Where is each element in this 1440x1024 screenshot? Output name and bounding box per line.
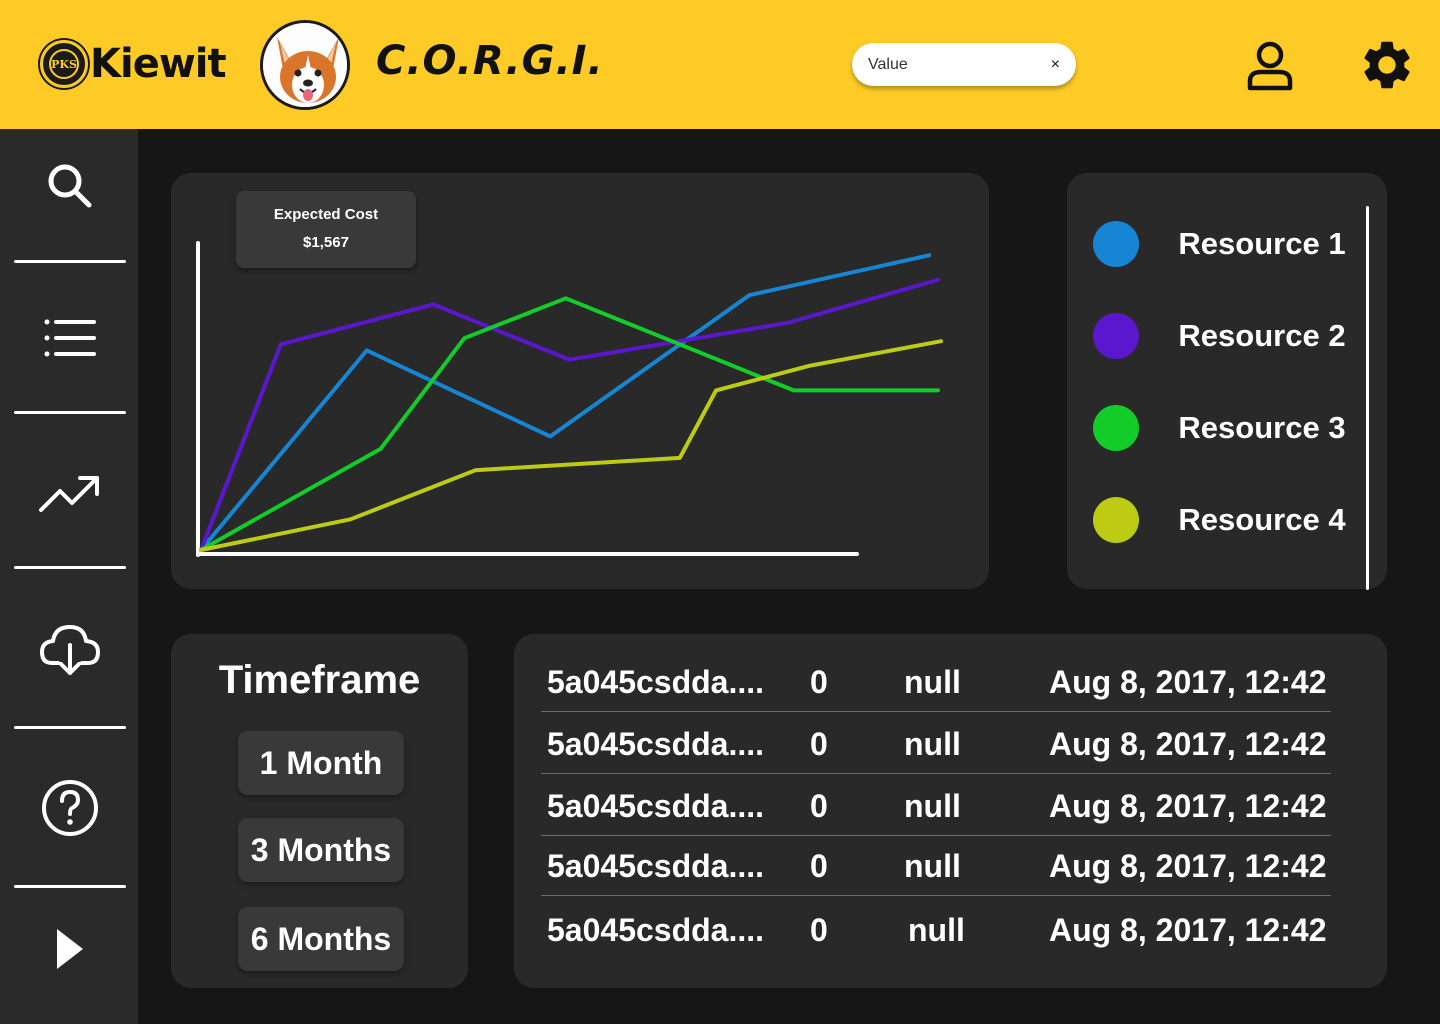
search-icon (48, 164, 92, 208)
cell-date: Aug 8, 2017, 12:42 (1049, 726, 1327, 762)
legend-swatch (1093, 221, 1139, 267)
user-profile-icon[interactable] (1244, 40, 1296, 92)
timeframe-3-months-button[interactable]: 3 Months (238, 818, 404, 882)
play-icon (57, 929, 83, 969)
legend-label: Resource 1 (1178, 226, 1346, 261)
corgi-avatar (260, 20, 350, 110)
cell-count: 0 (810, 664, 828, 700)
legend-swatch (1093, 405, 1139, 451)
sidebar-item-trends[interactable] (30, 459, 110, 529)
top-bar: PKS Kiewit C.O.R.G.I. × (0, 0, 1440, 129)
sidebar-divider (14, 726, 126, 729)
sidebar-item-expand[interactable] (30, 914, 110, 984)
table-row[interactable]: 5a045csdda.... 0 null Aug 8, 2017, 12:42 (541, 835, 1331, 897)
sidebar-divider (14, 260, 126, 263)
sidebar (0, 129, 138, 1024)
list-icon (44, 319, 96, 357)
cost-chart-card: Expected Cost $1,567 (171, 173, 989, 589)
legend-item-resource-4[interactable]: Resource 4 (1093, 495, 1346, 545)
cell-id: 5a045csdda.... (547, 848, 765, 884)
cell-value: null (904, 788, 961, 824)
cell-value: null (904, 726, 961, 762)
sidebar-item-search[interactable] (30, 151, 110, 221)
help-icon (42, 780, 98, 836)
cell-value: null (904, 664, 961, 700)
row-divider (541, 711, 1331, 712)
cell-id: 5a045csdda.... (547, 912, 765, 948)
legend-item-resource-2[interactable]: Resource 2 (1093, 311, 1346, 361)
sidebar-item-list[interactable] (30, 303, 110, 373)
legend-item-resource-3[interactable]: Resource 3 (1093, 403, 1346, 453)
legend-label: Resource 2 (1178, 318, 1346, 353)
table-row[interactable]: 5a045csdda.... 0 null Aug 8, 2017, 12:42 (541, 651, 1331, 713)
cell-id: 5a045csdda.... (547, 664, 765, 700)
cell-value: null (908, 912, 965, 948)
sidebar-item-download[interactable] (30, 614, 110, 684)
kiewit-logo[interactable]: PKS Kiewit (40, 40, 227, 88)
sidebar-divider (14, 411, 126, 414)
cell-date: Aug 8, 2017, 12:42 (1049, 848, 1327, 884)
kiewit-seal-icon: PKS (40, 40, 88, 88)
cell-count: 0 (810, 848, 828, 884)
settings-gear-icon[interactable] (1358, 36, 1416, 94)
legend-label: Resource 3 (1178, 410, 1346, 445)
series-line-resource-4[interactable] (199, 339, 943, 552)
row-divider (541, 895, 1331, 896)
row-divider (541, 773, 1331, 774)
legend-swatch (1093, 313, 1139, 359)
table-row[interactable]: 5a045csdda.... 0 null Aug 8, 2017, 12:42 (541, 775, 1331, 837)
cell-count: 0 (810, 726, 828, 762)
cell-date: Aug 8, 2017, 12:42 (1049, 912, 1327, 948)
resource-line-chart (196, 241, 943, 557)
clear-search-icon[interactable]: × (1051, 56, 1060, 74)
sidebar-item-help[interactable] (30, 773, 110, 843)
cell-date: Aug 8, 2017, 12:42 (1049, 664, 1327, 700)
legend-label: Resource 4 (1178, 502, 1346, 537)
legend-item-resource-1[interactable]: Resource 1 (1093, 219, 1346, 269)
cell-date: Aug 8, 2017, 12:42 (1049, 788, 1327, 824)
legend-card: Resource 1 Resource 2 Resource 3 Resource 4 (1067, 173, 1387, 590)
cell-id: 5a045csdda.... (547, 726, 765, 762)
cell-value: null (904, 848, 961, 884)
seal-text: PKS (49, 49, 79, 79)
cloud-download-icon (40, 625, 100, 675)
legend-swatch (1093, 497, 1139, 543)
table-row[interactable]: 5a045csdda.... 0 null Aug 8, 2017, 12:42 (541, 899, 1331, 961)
search-input[interactable] (868, 55, 1051, 74)
timeframe-title: Timeframe (218, 658, 421, 702)
cell-count: 0 (810, 788, 828, 824)
search-field[interactable]: × (852, 43, 1076, 86)
timeframe-card: Timeframe 1 Month 3 Months 6 Months (171, 634, 468, 988)
timeframe-6-months-button[interactable]: 6 Months (238, 907, 404, 971)
cell-count: 0 (810, 912, 828, 948)
records-table: 5a045csdda.... 0 null Aug 8, 2017, 12:42… (514, 634, 1387, 988)
logo-text: Kiewit (90, 41, 227, 87)
cell-id: 5a045csdda.... (547, 788, 765, 824)
table-row[interactable]: 5a045csdda.... 0 null Aug 8, 2017, 12:42 (541, 713, 1331, 775)
trending-up-icon (39, 476, 99, 512)
timeframe-1-month-button[interactable]: 1 Month (238, 731, 404, 795)
legend-scrollbar[interactable] (1366, 206, 1369, 590)
sidebar-divider (14, 566, 126, 569)
sidebar-divider (14, 885, 126, 888)
app-title: C.O.R.G.I. (376, 38, 604, 84)
